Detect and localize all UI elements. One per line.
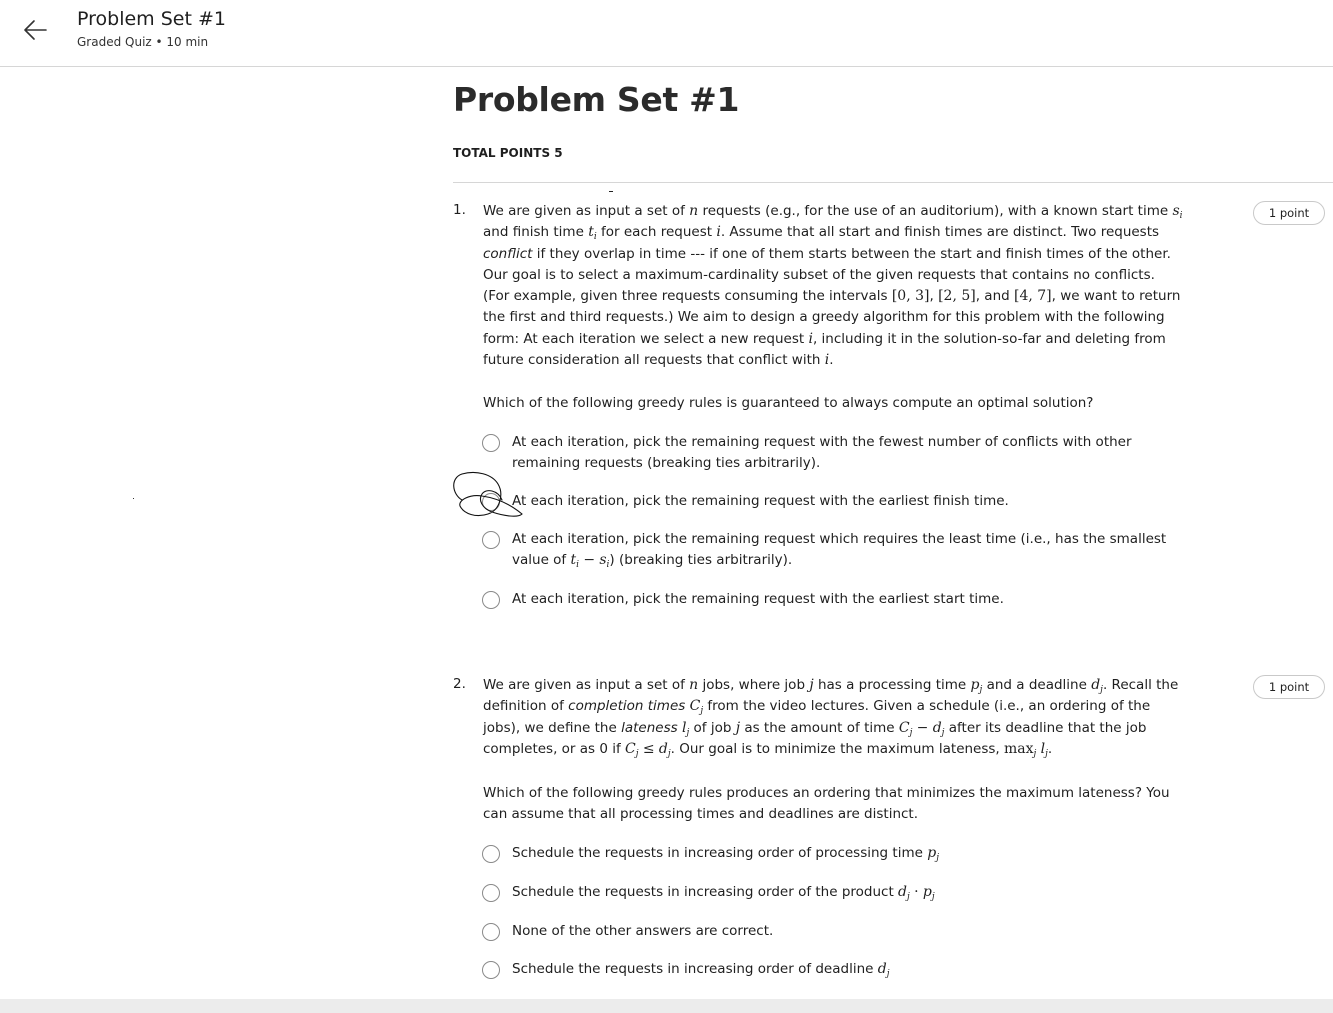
- answer-option[interactable]: At each iteration, pick the remaining re…: [481, 531, 1181, 573]
- radio-button[interactable]: [482, 493, 500, 511]
- option-label: None of the other answers are correct.: [512, 923, 774, 939]
- points-badge: 1 point: [1253, 675, 1325, 699]
- answer-option[interactable]: At each iteration, pick the remaining re…: [481, 493, 1181, 515]
- answer-option[interactable]: Schedule the requests in increasing orde…: [481, 884, 1181, 906]
- answer-option[interactable]: Schedule the requests in increasing orde…: [481, 961, 1181, 983]
- horizontal-scrollbar[interactable]: [0, 999, 1333, 1013]
- page-title: Problem Set #1: [453, 80, 740, 119]
- top-bar: Problem Set #1 Graded Quiz • 10 min: [0, 0, 1333, 67]
- total-points: TOTAL POINTS 5: [453, 146, 563, 160]
- option-label: At each iteration, pick the remaining re…: [512, 493, 1009, 509]
- option-label: At each iteration, pick the remaining re…: [512, 531, 1167, 571]
- question-prompt: Which of the following greedy rules is g…: [483, 395, 1094, 411]
- radio-button[interactable]: [482, 884, 500, 902]
- option-label: Schedule the requests in increasing orde…: [512, 884, 935, 902]
- question-number: 2.: [453, 676, 466, 692]
- option-label: At each iteration, pick the remaining re…: [512, 434, 1132, 472]
- divider: [453, 182, 1333, 183]
- option-label: At each iteration, pick the remaining re…: [512, 591, 1004, 607]
- radio-button[interactable]: [482, 923, 500, 941]
- question-number: 1.: [453, 202, 466, 218]
- stray-mark: [609, 191, 613, 192]
- option-label: Schedule the requests in increasing orde…: [512, 961, 890, 979]
- radio-button[interactable]: [482, 845, 500, 863]
- header-title: Problem Set #1: [77, 8, 226, 30]
- back-arrow-icon[interactable]: [20, 16, 50, 46]
- radio-button[interactable]: [482, 434, 500, 452]
- answer-option[interactable]: At each iteration, pick the remaining re…: [481, 591, 1181, 613]
- question-body: We are given as input a set of n jobs, w…: [483, 677, 1179, 759]
- header-subtitle: Graded Quiz • 10 min: [77, 35, 209, 49]
- answer-option[interactable]: Schedule the requests in increasing orde…: [481, 845, 1181, 867]
- answer-option[interactable]: None of the other answers are correct.: [481, 923, 1181, 945]
- answer-option[interactable]: At each iteration, pick the remaining re…: [481, 434, 1181, 476]
- option-label: Schedule the requests in increasing orde…: [512, 845, 939, 863]
- radio-button[interactable]: [482, 591, 500, 609]
- radio-button[interactable]: [482, 961, 500, 979]
- question-prompt: Which of the following greedy rules prod…: [483, 785, 1170, 823]
- points-badge: 1 point: [1253, 201, 1325, 225]
- question-body: We are given as input a set of n request…: [483, 203, 1183, 369]
- radio-button[interactable]: [482, 531, 500, 549]
- stray-dot: [133, 498, 134, 499]
